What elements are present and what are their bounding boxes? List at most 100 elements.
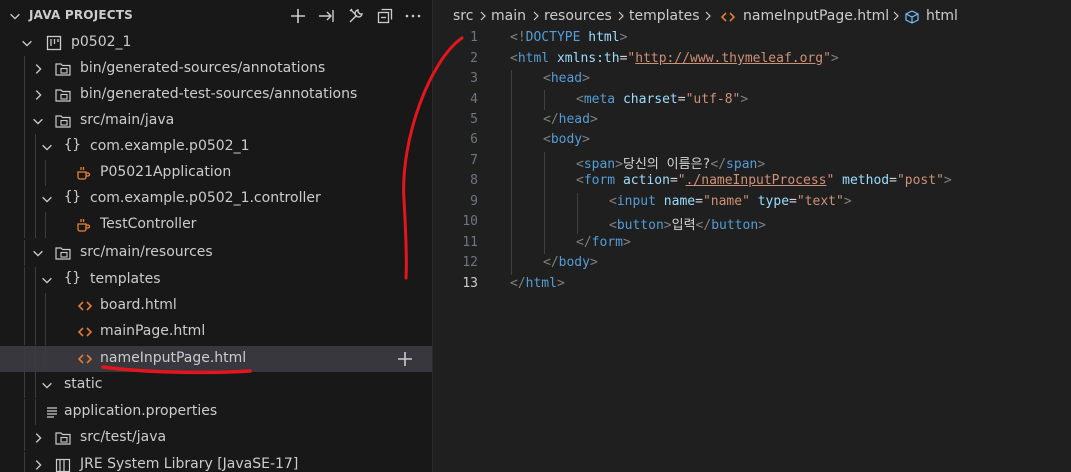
code-editor[interactable]: src main resources templates nameInputPa… — [433, 0, 1071, 472]
chevron-down-icon[interactable] — [31, 114, 45, 128]
tree-item-label: bin/generated-test-sources/annotations — [80, 86, 358, 102]
tree-item-label: static — [64, 376, 103, 392]
line-number: 9 — [470, 194, 478, 209]
tree-item-package-main[interactable]: {} com.example.p0502_1 — [0, 134, 432, 160]
code-line-8: <form action="./nameInputProcess" method… — [576, 173, 952, 188]
add-icon[interactable] — [396, 350, 414, 368]
tree-item-nameinputpage-html[interactable]: nameInputPage.html — [0, 346, 432, 372]
package-folder-icon — [55, 89, 71, 102]
code-line-10: <button>입력</button> — [609, 218, 766, 233]
tree-item-label: com.example.p0502_1 — [90, 138, 250, 154]
line-number: 8 — [470, 173, 478, 188]
tree-item-application-properties[interactable]: application.properties — [0, 399, 432, 425]
tree-item-label: src/test/java — [80, 429, 167, 445]
tree-item-label: templates — [90, 271, 161, 287]
element-cube-icon — [905, 10, 919, 24]
sidebar-header: JAVA PROJECTS — [0, 0, 432, 33]
html-file-icon — [720, 12, 736, 22]
code-line-12: </body> — [543, 255, 598, 270]
code-line-9: <input name="name" type="text"> — [609, 194, 852, 209]
tree-item-src-test-java[interactable]: src/test/java — [0, 425, 432, 451]
tree-item-board-html[interactable]: board.html — [0, 293, 432, 319]
tree-item-generated-sources[interactable]: bin/generated-sources/annotations — [0, 56, 432, 82]
package-icon: {} — [64, 270, 81, 286]
line-number: 3 — [470, 71, 478, 86]
tree-item-label: mainPage.html — [100, 323, 206, 339]
breadcrumb-item[interactable]: resources — [544, 8, 612, 24]
package-icon: {} — [64, 189, 81, 205]
code-line-4: <meta charset="utf-8"> — [576, 92, 749, 107]
tree-item-generated-test-sources[interactable]: bin/generated-test-sources/annotations — [0, 82, 432, 108]
breadcrumb-item[interactable]: nameInputPage.html — [743, 8, 889, 24]
package-folder-icon — [55, 247, 71, 260]
tree-item-label: P05021Application — [100, 164, 232, 180]
chevron-right-icon — [618, 11, 624, 21]
code-line-5: </head> — [543, 112, 598, 127]
breadcrumb-item[interactable]: templates — [629, 8, 700, 24]
tree-item-templates[interactable]: {} templates — [0, 267, 432, 293]
tree-item-label: p0502_1 — [71, 34, 132, 50]
chevron-right-icon[interactable] — [31, 62, 45, 76]
code-line-1: <!DOCTYPE html> — [510, 30, 628, 45]
chevron-down-icon[interactable] — [40, 140, 54, 154]
chevron-down-icon[interactable] — [31, 246, 45, 260]
tree-item-label: nameInputPage.html — [100, 350, 247, 366]
library-icon — [55, 458, 71, 472]
tree-item-label: JRE System Library [JavaSE-17] — [80, 456, 299, 472]
code-line-13: </html> — [510, 276, 565, 291]
chevron-down-icon[interactable] — [40, 192, 54, 206]
properties-file-icon — [47, 407, 57, 418]
tree-item-src-main-resources[interactable]: src/main/resources — [0, 240, 432, 266]
line-number: 2 — [470, 51, 478, 66]
html-file-icon — [77, 327, 93, 337]
chevron-down-icon[interactable] — [40, 273, 54, 287]
line-number: 4 — [470, 92, 478, 107]
line-number: 12 — [462, 255, 478, 270]
java-projects-sidebar: JAVA PROJECTS p0502_1 bin/generated-sour… — [0, 0, 432, 472]
tree-item-mainpage-html[interactable]: mainPage.html — [0, 319, 432, 345]
breadcrumb-item[interactable]: main — [491, 8, 526, 24]
java-class-icon — [77, 167, 91, 180]
sidebar-title: JAVA PROJECTS — [29, 8, 134, 22]
add-icon[interactable] — [289, 7, 307, 25]
tree-item-jre-library[interactable]: JRE System Library [JavaSE-17] — [0, 452, 432, 472]
chevron-right-icon — [533, 11, 539, 21]
indent-guide — [544, 90, 545, 110]
chevron-right-icon — [705, 11, 711, 21]
tree-item-label: src/main/resources — [80, 244, 213, 260]
chevron-down-icon[interactable] — [40, 378, 54, 392]
line-number: 11 — [462, 235, 478, 250]
chevron-right-icon — [893, 11, 899, 21]
breadcrumb-item[interactable]: src — [453, 8, 473, 24]
more-actions-icon[interactable] — [404, 7, 422, 25]
package-folder-icon — [55, 115, 71, 128]
tree-item-class-testcontroller[interactable]: TestController — [0, 212, 432, 238]
tree-item-label: board.html — [100, 297, 177, 313]
chevron-right-icon[interactable] — [31, 458, 45, 472]
configure-icon[interactable] — [347, 7, 365, 25]
breadcrumb-item[interactable]: html — [926, 8, 958, 24]
tree-item-label: TestController — [100, 216, 197, 232]
chevron-down-icon[interactable] — [20, 36, 34, 50]
code-line-11: </form> — [576, 235, 631, 250]
indent-guide — [511, 70, 512, 275]
tree-item-project[interactable]: p0502_1 — [0, 30, 432, 56]
export-jar-icon[interactable] — [317, 7, 335, 25]
tree-item-label: src/main/java — [80, 112, 175, 128]
tree-item-src-main-java[interactable]: src/main/java — [0, 108, 432, 134]
tree-item-package-controller[interactable]: {} com.example.p0502_1.controller — [0, 186, 432, 212]
line-number: 7 — [470, 153, 478, 168]
tree-item-static[interactable]: static — [0, 372, 432, 398]
chevron-right-icon[interactable] — [31, 431, 45, 445]
chevron-down-icon[interactable] — [8, 9, 22, 23]
java-class-icon — [77, 219, 91, 232]
package-folder-icon — [55, 63, 71, 76]
code-line-7: <span>당신의 이름은?</span> — [576, 157, 766, 172]
line-number: 1 — [470, 30, 478, 45]
tree-item-label: application.properties — [64, 403, 218, 419]
line-number-active: 13 — [462, 276, 478, 291]
code-line-6: <body> — [543, 132, 590, 147]
tree-item-class-application[interactable]: P05021Application — [0, 160, 432, 186]
collapse-all-icon[interactable] — [376, 7, 394, 25]
chevron-right-icon[interactable] — [31, 88, 45, 102]
